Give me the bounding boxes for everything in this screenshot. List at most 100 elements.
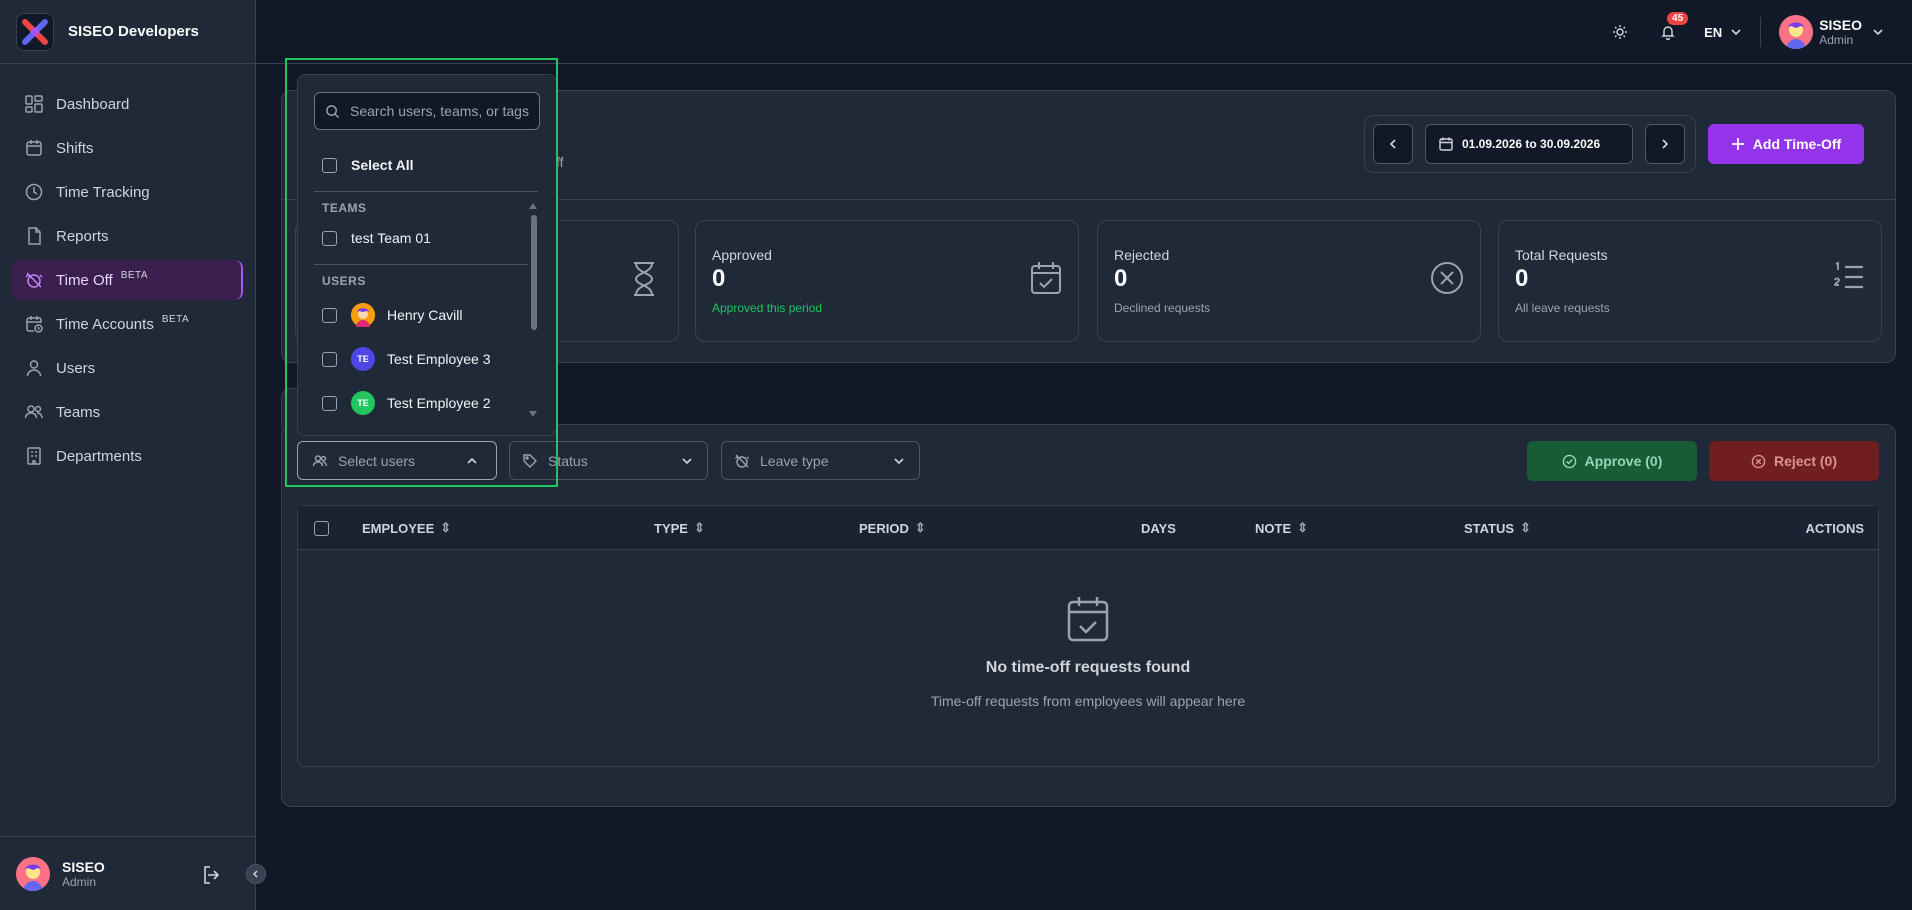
ordered-list-icon xyxy=(1833,261,1865,293)
stat-subtext: All leave requests xyxy=(1515,301,1610,315)
add-time-off-label: Add Time-Off xyxy=(1752,136,1842,152)
sidebar-item-teams[interactable]: Teams xyxy=(12,392,243,432)
sidebar-item-label: Reports xyxy=(56,227,109,245)
sidebar: SISEO Developers Dashboard Shifts Time T… xyxy=(0,0,266,910)
sort-icon: ⇕ xyxy=(440,520,452,535)
topbar: 45 EN SISEO Admin xyxy=(256,0,1912,64)
column-label: STATUS xyxy=(1464,520,1515,536)
column-days: DAYS xyxy=(1141,506,1176,550)
language-label: EN xyxy=(1704,24,1723,40)
table-header: EMPLOYEE ⇕ TYPE ⇕ PERIOD ⇕ DAYS NOTE ⇕ STATU… xyxy=(298,506,1878,550)
alarm-off-icon xyxy=(734,453,750,469)
column-status[interactable]: STATUS ⇕ xyxy=(1464,506,1531,550)
avatar xyxy=(1779,15,1814,49)
column-label: EMPLOYEE xyxy=(362,520,435,536)
brand-name: SISEO Developers xyxy=(68,23,199,40)
sidebar-item-time-accounts[interactable]: Time Accounts BETA xyxy=(12,304,243,344)
date-range-picker[interactable]: 01.09.2026 to 30.09.2026 xyxy=(1425,124,1633,164)
sidebar-user: SISEO Admin xyxy=(0,836,266,910)
sidebar-item-label: Time Accounts xyxy=(56,315,154,333)
column-period[interactable]: PERIOD ⇕ xyxy=(859,506,926,550)
x-circle-icon xyxy=(1751,454,1766,469)
approve-button[interactable]: Approve (0) xyxy=(1527,441,1697,481)
beta-badge: BETA xyxy=(161,313,190,325)
column-label: DAYS xyxy=(1141,520,1176,536)
column-note[interactable]: NOTE ⇕ xyxy=(1255,506,1308,550)
reject-button[interactable]: Reject (0) xyxy=(1709,441,1879,481)
sort-icon: ⇕ xyxy=(1297,520,1309,535)
sidebar-item-label: Departments xyxy=(56,447,142,465)
next-period-button[interactable] xyxy=(1645,124,1685,164)
empty-state-subtitle: Time-off requests from employees will ap… xyxy=(930,693,1246,709)
dashboard-icon xyxy=(24,94,44,114)
stat-card-rejected: Rejected 0 Declined requests xyxy=(1097,220,1481,342)
column-type[interactable]: TYPE ⇕ xyxy=(654,506,705,550)
notifications-bell-icon[interactable]: 45 xyxy=(1650,12,1689,50)
chevron-down-icon xyxy=(1730,26,1742,38)
reject-label: Reject (0) xyxy=(1773,453,1838,469)
language-selector[interactable]: EN xyxy=(1704,25,1742,40)
leave-type-filter[interactable]: Leave type xyxy=(721,441,920,480)
report-icon xyxy=(24,226,44,246)
chevron-down-icon xyxy=(681,455,693,467)
approve-label: Approve (0) xyxy=(1584,453,1663,469)
column-employee[interactable]: EMPLOYEE ⇕ xyxy=(362,506,451,550)
sidebar-item-reports[interactable]: Reports xyxy=(12,216,243,256)
stat-subtext: Declined requests xyxy=(1114,301,1211,315)
check-circle-icon xyxy=(1562,454,1577,469)
sidebar-item-departments[interactable]: Departments xyxy=(12,436,243,476)
user-menu[interactable]: SISEO Admin xyxy=(1779,15,1884,49)
sidebar-item-label: Dashboard xyxy=(56,95,130,113)
stat-card-approved: Approved 0 Approved this period xyxy=(695,220,1079,342)
sidebar-item-dashboard[interactable]: Dashboard xyxy=(12,84,243,124)
sidebar-item-time-tracking[interactable]: Time Tracking xyxy=(12,172,243,212)
prev-period-button[interactable] xyxy=(1373,124,1413,164)
logout-icon[interactable] xyxy=(200,863,224,887)
topbar-user-role: Admin xyxy=(1819,33,1854,47)
calendar-check-icon xyxy=(1067,596,1109,642)
sidebar-item-label: Users xyxy=(56,359,96,377)
hourglass-icon xyxy=(630,261,658,297)
stat-card-total: Total Requests 0 All leave requests xyxy=(1498,220,1882,342)
sidebar-item-label: Shifts xyxy=(56,139,94,157)
divider xyxy=(1760,17,1762,47)
sidebar-item-label: Time Off xyxy=(56,271,113,289)
sort-icon: ⇕ xyxy=(1520,520,1531,535)
time-off-table: EMPLOYEE ⇕ TYPE ⇕ PERIOD ⇕ DAYS NOTE ⇕ STATU… xyxy=(297,505,1879,767)
sidebar-item-users[interactable]: Users xyxy=(12,348,243,388)
theme-toggle-icon[interactable] xyxy=(1602,14,1638,50)
alarm-off-icon xyxy=(24,270,44,290)
users-icon xyxy=(24,402,44,422)
topbar-user-name: SISEO xyxy=(1819,17,1862,33)
stat-value: 0 xyxy=(1515,265,1529,292)
stat-title: Total Requests xyxy=(1515,247,1608,263)
stat-subtext: Approved this period xyxy=(712,301,823,315)
column-label: TYPE xyxy=(654,520,688,536)
add-time-off-button[interactable]: Add Time-Off xyxy=(1708,124,1864,164)
stat-value: 0 xyxy=(712,265,726,292)
sort-icon: ⇕ xyxy=(693,520,705,535)
date-range-label: 01.09.2026 to 30.09.2026 xyxy=(1462,137,1601,151)
selection-highlight-box xyxy=(285,58,558,487)
user-icon xyxy=(24,358,44,378)
chevron-down-icon xyxy=(1872,26,1884,38)
sidebar-item-label: Time Tracking xyxy=(56,183,150,201)
sidebar-item-time-off[interactable]: Time Off BETA xyxy=(12,260,243,300)
notification-count-badge: 45 xyxy=(1667,12,1689,25)
avatar[interactable] xyxy=(16,856,50,891)
calendar-check-icon xyxy=(1030,261,1062,295)
stat-title: Approved xyxy=(712,247,772,263)
empty-state-title: No time-off requests found xyxy=(985,659,1191,676)
stat-value: 0 xyxy=(1114,265,1128,292)
sidebar-item-shifts[interactable]: Shifts xyxy=(12,128,243,168)
beta-badge: BETA xyxy=(120,269,149,281)
sort-icon: ⇕ xyxy=(914,520,926,535)
sidebar-item-label: Teams xyxy=(56,403,101,421)
clock-icon xyxy=(24,182,44,202)
collapse-sidebar-button[interactable] xyxy=(246,863,266,884)
column-label: ACTIONS xyxy=(1805,520,1865,536)
select-all-rows-checkbox[interactable] xyxy=(314,506,329,550)
brand-logo xyxy=(16,12,54,51)
brand[interactable]: SISEO Developers xyxy=(0,0,255,64)
leave-type-label: Leave type xyxy=(760,452,829,469)
